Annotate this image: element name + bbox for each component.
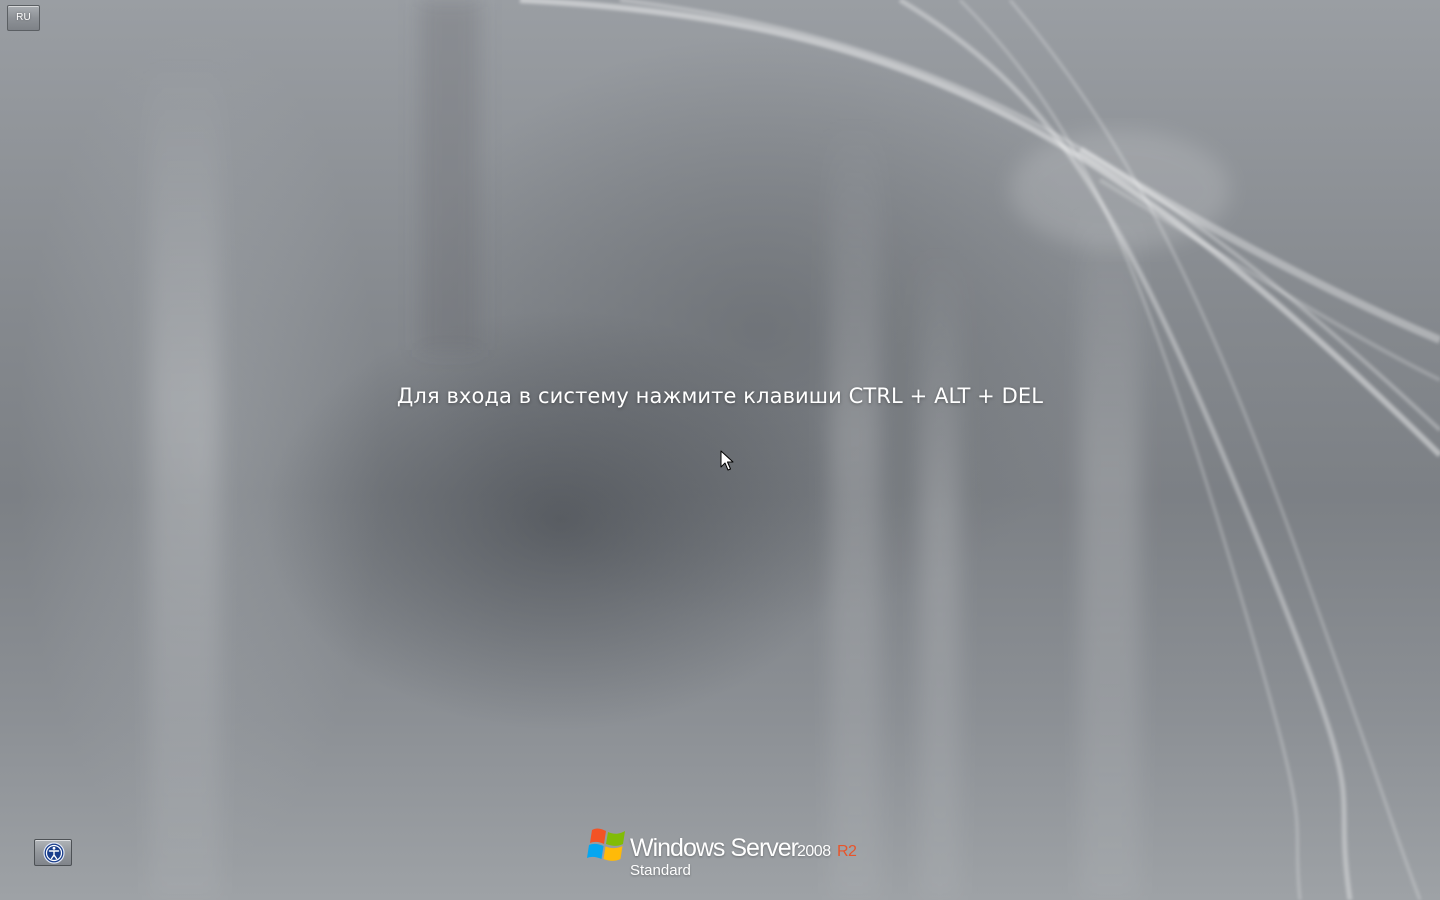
ease-of-access-button[interactable] xyxy=(34,839,72,866)
brand-edition: Standard xyxy=(630,862,691,879)
language-indicator-button[interactable]: RU xyxy=(7,5,40,31)
brand-release: R2 xyxy=(837,843,857,860)
brand-version: 2008 xyxy=(797,843,831,860)
windows-server-logo: Windows Server 2008 R2 Standard xyxy=(587,826,867,882)
brand-product-name: Windows Server xyxy=(630,834,799,862)
language-indicator-label: RU xyxy=(16,12,31,23)
mouse-pointer-icon xyxy=(720,450,734,471)
windows-flag-icon xyxy=(587,828,625,861)
ease-of-access-icon xyxy=(43,842,65,864)
login-prompt-text: Для входа в систему нажмите клавиши CTRL… xyxy=(396,384,1044,408)
